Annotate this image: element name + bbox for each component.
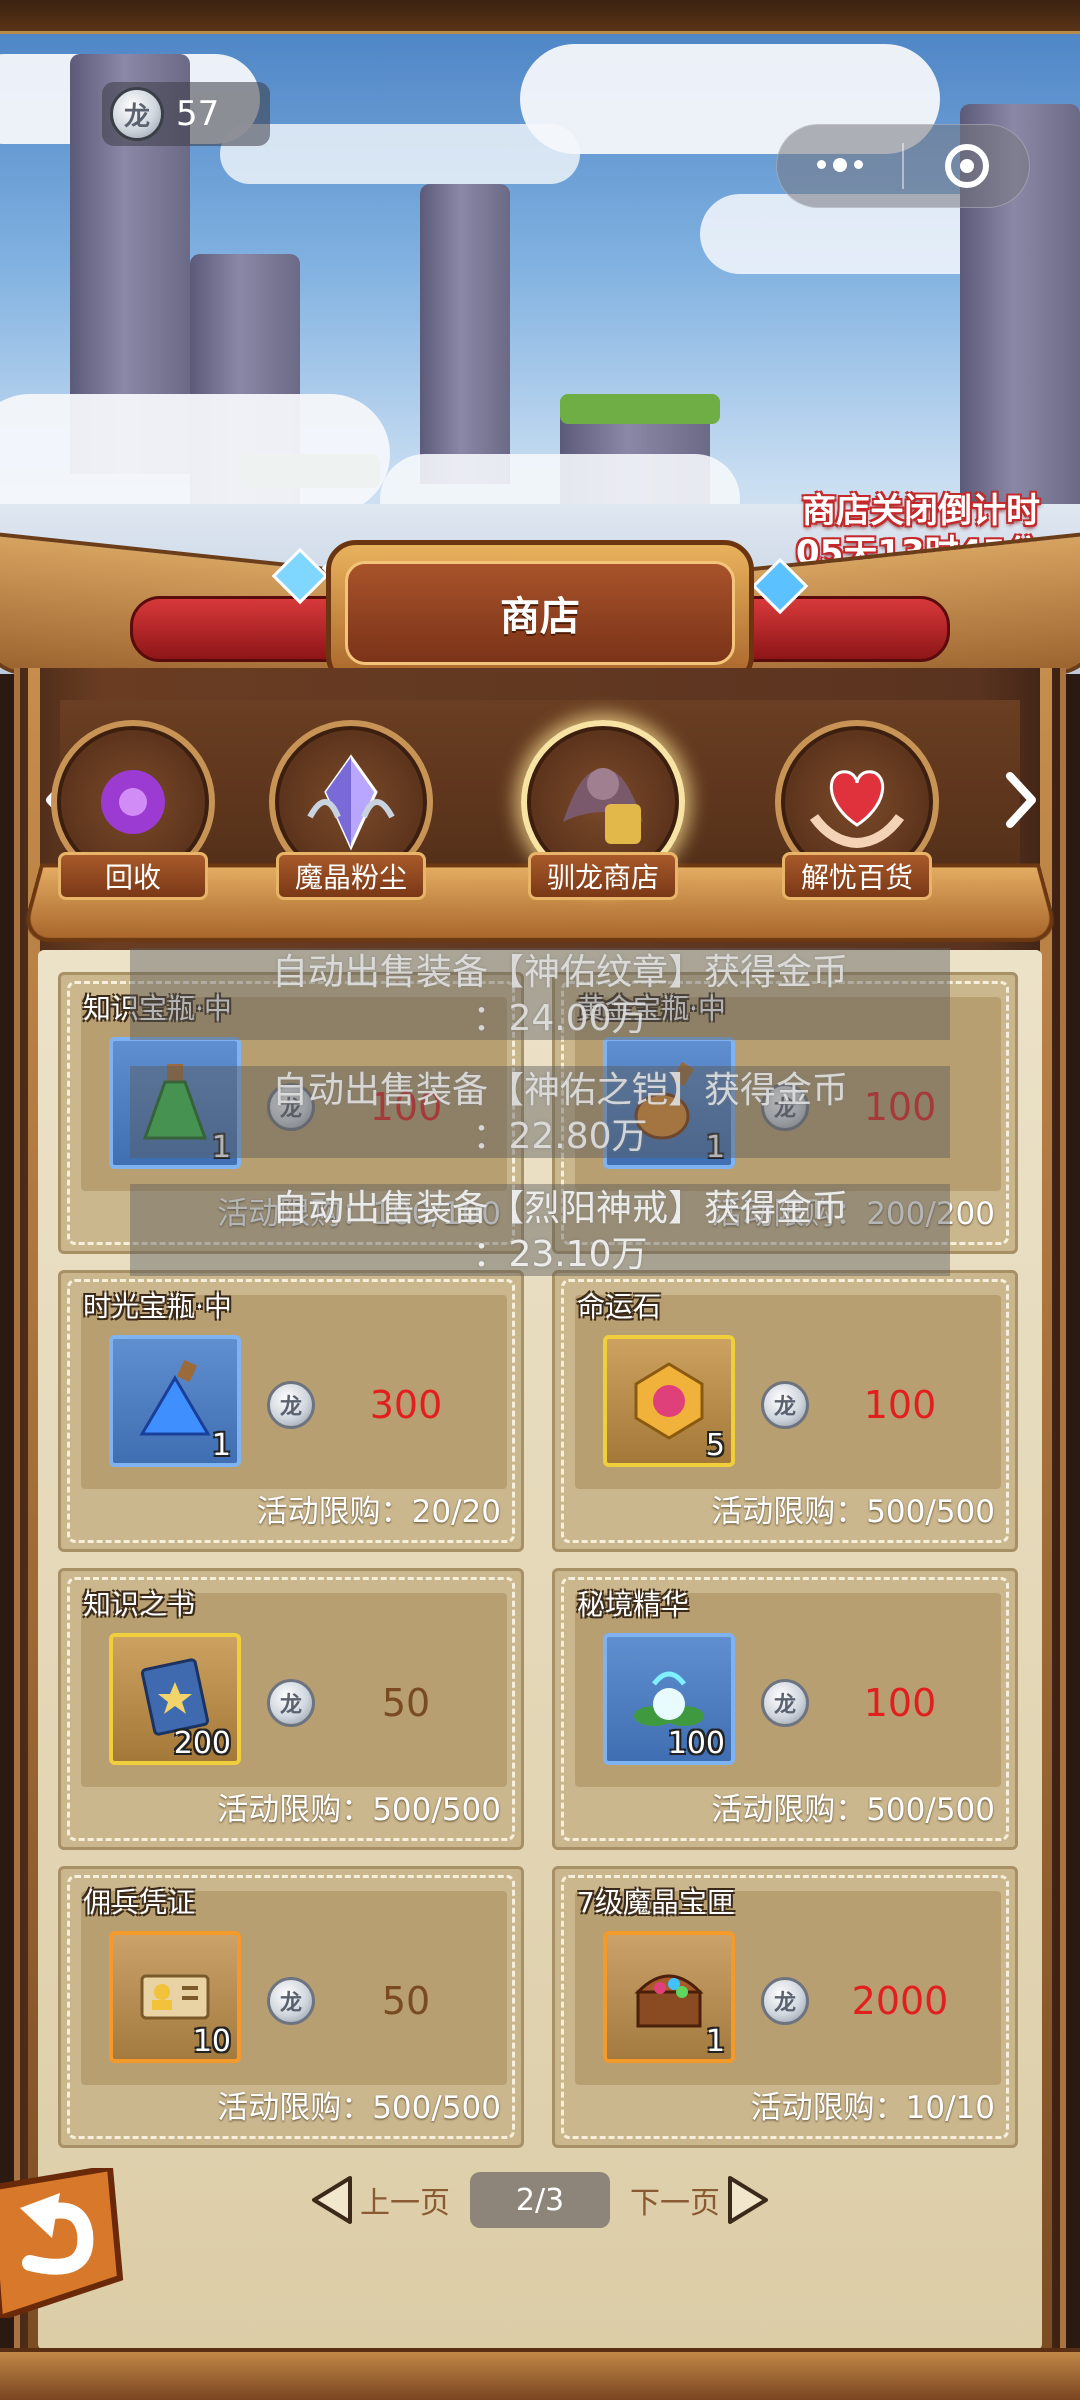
- item-quantity: 1: [212, 1428, 231, 1463]
- top-frame: [0, 0, 1080, 34]
- game-shop-screen: 龙 57 商店关闭倒计时 05天13时45分 商店: [0, 0, 1080, 2400]
- item-name: 秘境精华: [577, 1583, 689, 1623]
- close-miniprogram-button[interactable]: [904, 125, 1029, 207]
- currency-display: 龙 57: [102, 82, 270, 146]
- item-price: 2000: [825, 1979, 975, 2023]
- item-quantity: 200: [174, 1726, 231, 1761]
- page-indicator: 2/3: [470, 2172, 610, 2228]
- tab-dragon-shop[interactable]: 驯龙商店: [518, 720, 688, 910]
- countdown-label: 商店关闭倒计时: [796, 490, 1040, 532]
- purchase-limit: 活动限购：500/500: [711, 1784, 995, 1829]
- item-price: 50: [331, 1979, 481, 2023]
- purchase-limit: 活动限购：500/500: [217, 2082, 501, 2127]
- item-quantity: 5: [706, 1428, 725, 1463]
- shop-item-card[interactable]: 命运石 5 龙 100 活动限购：500/500: [552, 1270, 1018, 1552]
- tab-carefree-store[interactable]: 解忧百货: [772, 720, 942, 910]
- mercenary-ticket-icon: 10: [109, 1931, 241, 2063]
- book-icon: 200: [109, 1633, 241, 1765]
- back-button[interactable]: [0, 2168, 130, 2318]
- purchase-limit: 活动限购：500/500: [711, 1486, 995, 1531]
- item-quantity: 10: [193, 2024, 231, 2059]
- tab-label: 魔晶粉尘: [276, 852, 426, 900]
- purchase-limit: 活动限购：10/10: [751, 2082, 995, 2127]
- triangle-left-icon: [310, 2174, 354, 2226]
- shop-item-card[interactable]: 佣兵凭证 10 龙 50 活动限购：500/500: [58, 1866, 524, 2148]
- pagination: 上一页 2/3 下一页: [310, 2170, 770, 2230]
- tab-crystal-dust[interactable]: 魔晶粉尘: [266, 720, 436, 910]
- shop-title-plaque: 商店: [326, 540, 754, 686]
- toast-line: ：24.00万: [200, 996, 920, 1042]
- silver-coin-icon: 龙: [267, 1679, 315, 1727]
- next-page-label: 下一页: [630, 2178, 720, 2222]
- item-name: 佣兵凭证: [83, 1881, 195, 1921]
- miniprogram-capsule: [776, 124, 1030, 208]
- item-quantity: 100: [668, 1726, 725, 1761]
- tab-label: 驯龙商店: [528, 852, 678, 900]
- more-dots-icon: [817, 160, 863, 172]
- item-price: 100: [825, 1681, 975, 1725]
- fate-stone-icon: 5: [603, 1335, 735, 1467]
- next-page-button[interactable]: 下一页: [630, 2174, 770, 2226]
- blue-potion-icon: 1: [109, 1335, 241, 1467]
- tab-label: 解忧百货: [782, 852, 932, 900]
- silver-coin-icon: 龙: [761, 1977, 809, 2025]
- tab-label: 回收: [58, 852, 208, 900]
- silver-coin-icon: 龙: [110, 87, 164, 141]
- treasure-chest-icon: 1: [603, 1931, 735, 2063]
- more-menu-button[interactable]: [777, 125, 902, 207]
- toast-line: ：23.10万: [200, 1232, 920, 1278]
- item-name: 命运石: [577, 1285, 661, 1325]
- shop-title: 商店: [345, 561, 735, 665]
- shop-item-card[interactable]: 时光宝瓶·中 1 龙 300 活动限购：20/20: [58, 1270, 524, 1552]
- purchase-limit: 活动限购：500/500: [217, 1784, 501, 1829]
- item-price: 300: [331, 1383, 481, 1427]
- toast-line: ：22.80万: [200, 1114, 920, 1160]
- item-price: 50: [331, 1681, 481, 1725]
- silver-coin-icon: 龙: [267, 1381, 315, 1429]
- item-quantity: 1: [706, 2024, 725, 2059]
- return-arrow-icon: [0, 2168, 130, 2318]
- auto-sell-toast: 自动出售装备【神佑之铠】获得金币 ：22.80万: [200, 1068, 920, 1160]
- essence-flower-icon: 100: [603, 1633, 735, 1765]
- target-close-icon: [945, 144, 989, 188]
- prev-page-label: 上一页: [360, 2178, 450, 2222]
- shop-item-card[interactable]: 秘境精华 100 龙 100 活动限购：500/500: [552, 1568, 1018, 1850]
- currency-amount: 57: [176, 94, 219, 134]
- shop-item-card[interactable]: 知识之书 200 龙 50 活动限购：500/500: [58, 1568, 524, 1850]
- tab-recycle[interactable]: 回收: [48, 720, 218, 910]
- prev-page-button[interactable]: 上一页: [310, 2174, 450, 2226]
- silver-coin-icon: 龙: [761, 1679, 809, 1727]
- auto-sell-toast: 自动出售装备【烈阳神戒】获得金币 ：23.10万: [200, 1186, 920, 1278]
- tabs-next-button[interactable]: [998, 770, 1042, 830]
- toast-line: 自动出售装备【烈阳神戒】获得金币: [272, 1188, 848, 1229]
- triangle-right-icon: [726, 2174, 770, 2226]
- item-name: 7级魔晶宝匣: [577, 1881, 735, 1921]
- silver-coin-icon: 龙: [761, 1381, 809, 1429]
- bottom-frame: [0, 2348, 1080, 2400]
- silver-coin-icon: 龙: [267, 1977, 315, 2025]
- item-price: 100: [825, 1383, 975, 1427]
- purchase-limit: 活动限购：20/20: [257, 1486, 501, 1531]
- item-name: 知识之书: [83, 1583, 195, 1623]
- item-name: 时光宝瓶·中: [83, 1285, 232, 1325]
- shop-item-card[interactable]: 7级魔晶宝匣 1 龙 2000 活动限购：10/10: [552, 1866, 1018, 2148]
- auto-sell-toast: 自动出售装备【神佑纹章】获得金币 ：24.00万: [200, 950, 920, 1042]
- toast-line: 自动出售装备【神佑纹章】获得金币: [272, 952, 848, 993]
- chevron-right-icon: [1000, 770, 1040, 830]
- toast-line: 自动出售装备【神佑之铠】获得金币: [272, 1070, 848, 1111]
